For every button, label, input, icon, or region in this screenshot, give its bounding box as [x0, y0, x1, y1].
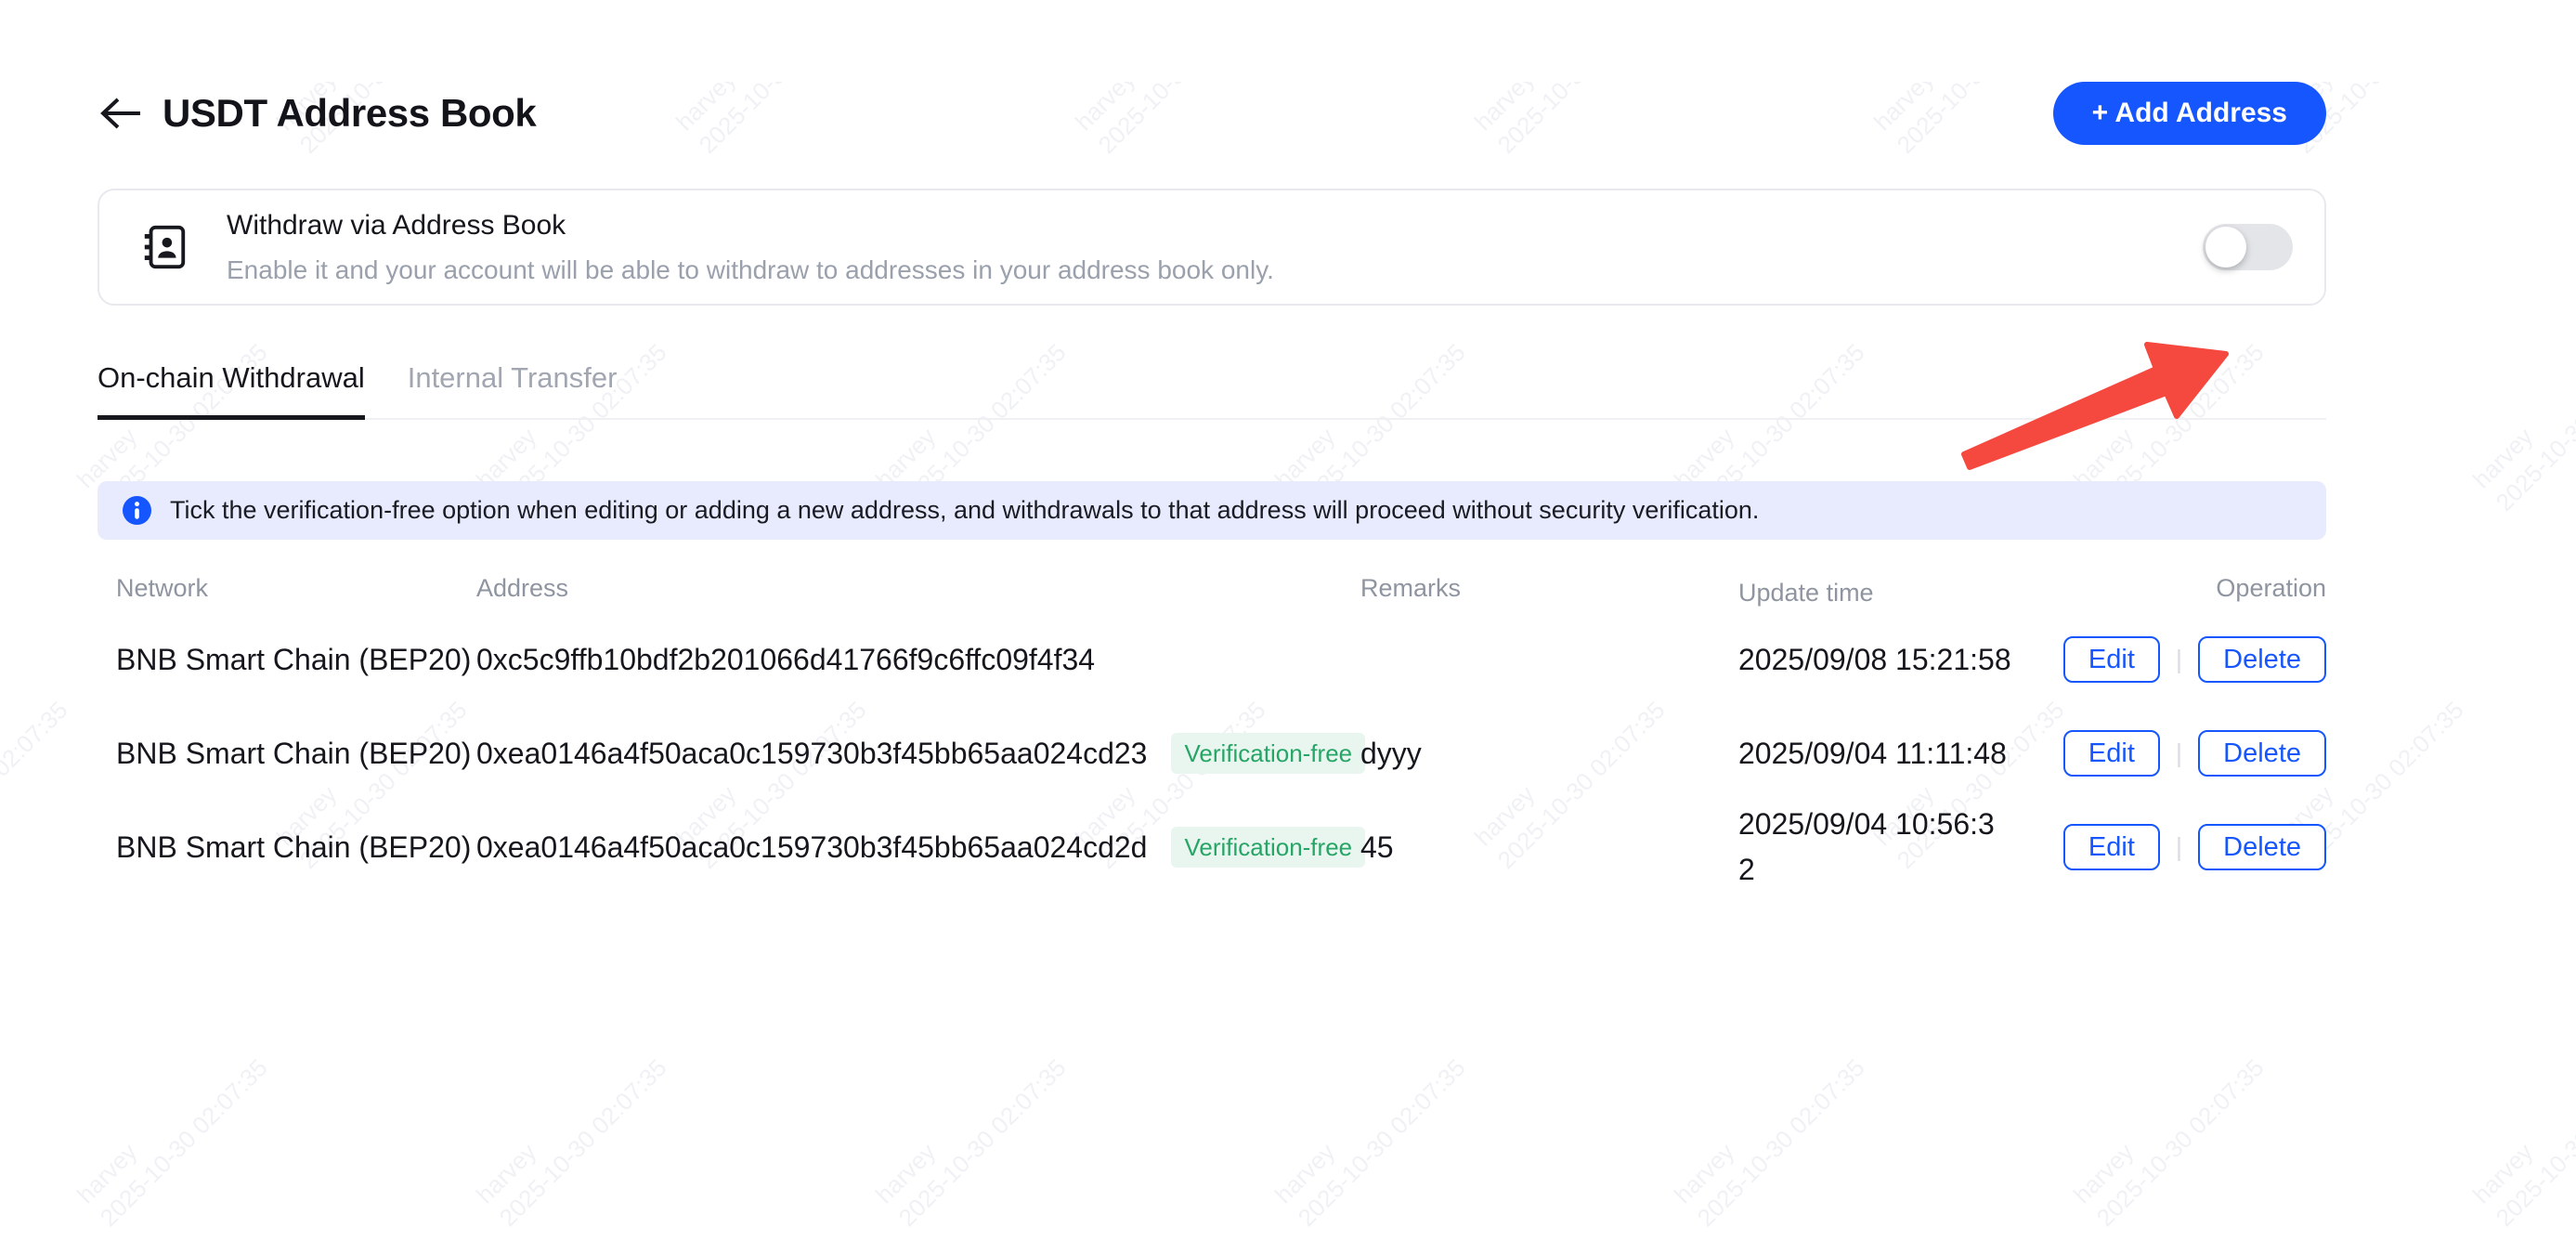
- address-text: 0xea0146a4f50aca0c159730b3f45bb65aa024cd…: [476, 737, 1147, 771]
- operation-divider: |: [2176, 738, 2182, 768]
- column-header-update-time: Update time: [1738, 574, 2062, 613]
- address-text: 0xea0146a4f50aca0c159730b3f45bb65aa024cd…: [476, 830, 1147, 865]
- column-header-operation: Operation: [2062, 574, 2326, 613]
- screenshot-watermark: harvey2025-10-30 02:07:35: [1268, 1029, 1473, 1234]
- screenshot-watermark: harvey2025-10-30 02:07:35: [2466, 1029, 2576, 1234]
- address-text: 0xc5c9ffb10bdf2b201066d41766f9c6ffc09f4f…: [476, 643, 1095, 677]
- tab-internal-transfer[interactable]: Internal Transfer: [408, 361, 618, 418]
- cell-update-time: 2025/09/08 15:21:58: [1738, 637, 2062, 684]
- tab-bar: On-chain Withdrawal Internal Transfer: [98, 361, 2326, 420]
- table-row: BNB Smart Chain (BEP20) 0xc5c9ffb10bdf2b…: [98, 613, 2326, 707]
- screenshot-watermark: harvey2025-10-30 02:07:35: [470, 1029, 674, 1234]
- delete-button[interactable]: Delete: [2198, 636, 2326, 683]
- edit-button[interactable]: Edit: [2063, 730, 2160, 777]
- tab-onchain-withdrawal[interactable]: On-chain Withdrawal: [98, 361, 365, 420]
- cell-network: BNB Smart Chain (BEP20): [98, 643, 476, 677]
- delete-button[interactable]: Delete: [2198, 730, 2326, 777]
- cell-address: 0xea0146a4f50aca0c159730b3f45bb65aa024cd…: [476, 733, 1360, 774]
- cell-remarks: dyyy: [1360, 737, 1738, 771]
- cell-operation: Edit | Delete: [2062, 824, 2326, 870]
- edit-button[interactable]: Edit: [2063, 636, 2160, 683]
- verification-free-badge: Verification-free: [1171, 733, 1365, 774]
- verification-free-badge: Verification-free: [1171, 827, 1365, 868]
- page-title: USDT Address Book: [163, 91, 536, 136]
- table-header: Network Address Remarks Update time Oper…: [98, 574, 2326, 613]
- info-banner-text: Tick the verification-free option when e…: [170, 496, 1759, 525]
- cell-update-time: 2025/09/04 10:56:3 2: [1738, 802, 2062, 894]
- cell-network: BNB Smart Chain (BEP20): [98, 830, 476, 865]
- page-header: USDT Address Book + Add Address: [98, 82, 2326, 145]
- screenshot-watermark: harvey2025-10-30 02:07:35: [0, 82, 75, 161]
- toggle-knob: [2205, 227, 2246, 268]
- address-book-icon: [139, 222, 189, 272]
- withdraw-via-address-book-card: Withdraw via Address Book Enable it and …: [98, 189, 2326, 306]
- info-icon: [123, 496, 151, 525]
- withdraw-via-address-book-toggle[interactable]: [2203, 224, 2293, 270]
- cell-operation: Edit | Delete: [2062, 636, 2326, 683]
- cell-remarks: 45: [1360, 830, 1738, 865]
- cell-network: BNB Smart Chain (BEP20): [98, 737, 476, 771]
- column-header-address: Address: [476, 574, 1360, 613]
- delete-button[interactable]: Delete: [2198, 824, 2326, 870]
- back-button[interactable]: [98, 96, 142, 131]
- operation-divider: |: [2176, 832, 2182, 862]
- screenshot-watermark: harvey2025-10-30 02:07:35: [2067, 1029, 2271, 1234]
- add-address-button[interactable]: + Add Address: [2053, 82, 2326, 145]
- column-header-network: Network: [98, 574, 476, 613]
- screenshot-watermark: harvey2025-10-30 02:07:35: [0, 672, 75, 876]
- table-row: BNB Smart Chain (BEP20) 0xea0146a4f50aca…: [98, 801, 2326, 895]
- operation-divider: |: [2176, 645, 2182, 674]
- cell-operation: Edit | Delete: [2062, 730, 2326, 777]
- edit-button[interactable]: Edit: [2063, 824, 2160, 870]
- cell-address: 0xea0146a4f50aca0c159730b3f45bb65aa024cd…: [476, 827, 1360, 868]
- arrow-left-icon: [98, 96, 142, 131]
- card-title: Withdraw via Address Book: [227, 210, 2203, 242]
- cell-update-time: 2025/09/04 11:11:48: [1738, 731, 2062, 777]
- card-description: Enable it and your account will be able …: [227, 255, 2203, 285]
- info-banner: Tick the verification-free option when e…: [98, 481, 2326, 540]
- table-row: BNB Smart Chain (BEP20) 0xea0146a4f50aca…: [98, 707, 2326, 801]
- cell-address: 0xc5c9ffb10bdf2b201066d41766f9c6ffc09f4f…: [476, 643, 1360, 677]
- screenshot-watermark: harvey2025-10-30 02:07:35: [869, 1029, 1073, 1234]
- screenshot-watermark: harvey2025-10-30 02:07:35: [71, 1029, 275, 1234]
- screenshot-watermark: harvey2025-10-30 02:07:35: [1668, 1029, 1872, 1234]
- screenshot-watermark: harvey2025-10-30 02:07:35: [2466, 314, 2576, 518]
- column-header-remarks: Remarks: [1360, 574, 1738, 613]
